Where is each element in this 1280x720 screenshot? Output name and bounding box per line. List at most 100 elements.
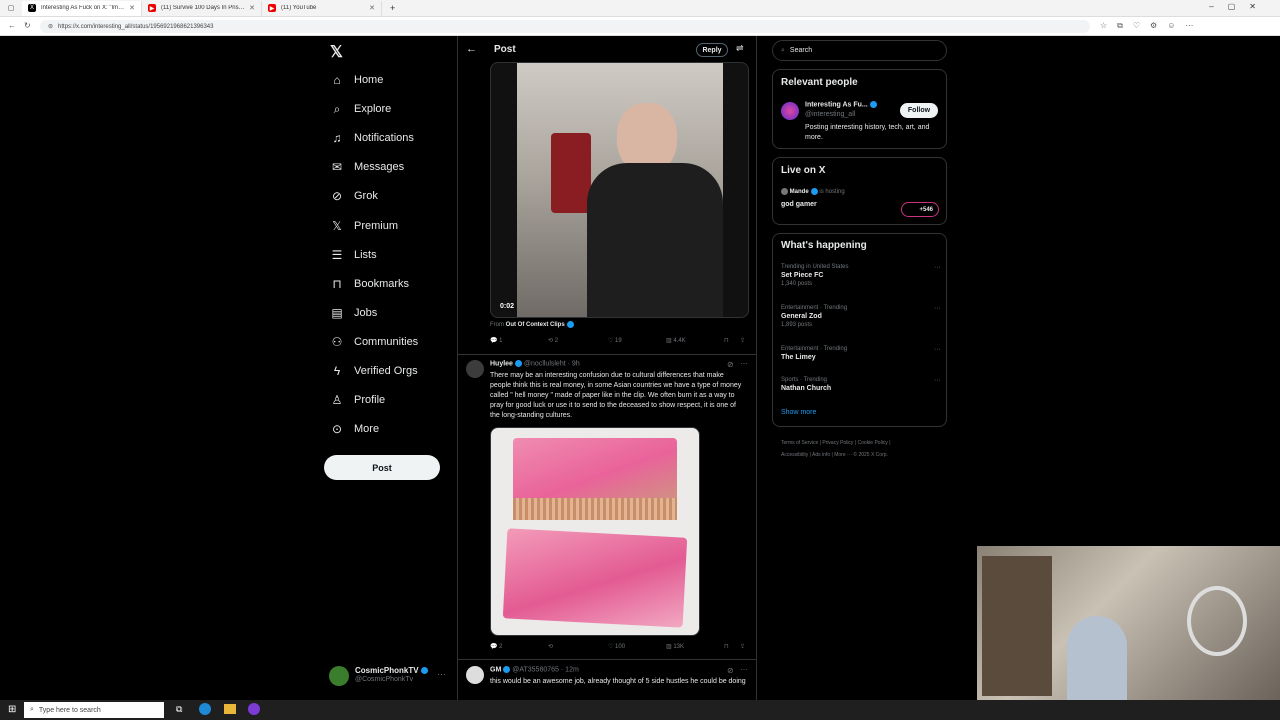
app-icon[interactable] [248, 703, 260, 715]
search-input[interactable]: ⌕ Search [772, 40, 947, 61]
account-switcher[interactable]: CosmicPhonkTV @CosmicPhonkTv ··· [329, 665, 449, 687]
site-info-icon[interactable]: ⊜ [48, 23, 53, 30]
close-tab-icon[interactable]: ✕ [249, 4, 255, 12]
more-dots-icon[interactable]: ··· [934, 305, 941, 312]
avatar[interactable] [466, 666, 484, 684]
task-view-icon[interactable]: ⧉ [176, 704, 182, 715]
file-explorer-icon[interactable] [224, 704, 236, 714]
browser-tab[interactable]: ▶ (11) YouTube ✕ [262, 0, 382, 16]
tab-title: (11) Survive 100 Days In Prison W [161, 5, 246, 11]
live-title[interactable]: god gamer [781, 201, 817, 208]
people-icon: ⚇ [331, 334, 343, 349]
windows-start-icon[interactable]: ⊞ [8, 704, 16, 715]
more-dots-icon[interactable]: ··· [934, 264, 941, 271]
x-logo-icon[interactable]: 𝕏 [330, 42, 343, 62]
sidebar-item-lists[interactable]: ☰ Lists [330, 243, 377, 267]
sidebar-item-messages[interactable]: ✉ Messages [330, 155, 404, 179]
views-action[interactable]: ▥ 13K [666, 643, 684, 650]
close-tab-icon[interactable]: ✕ [129, 4, 135, 12]
trend-name: The Limey [781, 354, 816, 361]
sidebar-item-bookmarks[interactable]: ⊓ Bookmarks [330, 272, 409, 296]
more-dots-icon[interactable]: ··· [740, 359, 748, 368]
live-host[interactable]: Mande is hosting [781, 188, 845, 195]
trend-posts: 1,893 posts [781, 322, 813, 328]
share-action[interactable]: ⇪ [740, 337, 745, 344]
card-title: What's happening [781, 240, 867, 251]
gaming-chair [551, 133, 591, 213]
more-dots-icon[interactable]: ··· [740, 665, 748, 674]
divider [457, 36, 458, 700]
reply-image[interactable] [490, 427, 700, 636]
sidebar-item-communities[interactable]: ⚇ Communities [330, 330, 419, 354]
browser-extension-icons[interactable]: ☆⧉♡⚙☺⋯ [1100, 21, 1203, 31]
share-action[interactable]: ⇪ [740, 643, 745, 650]
trend-item[interactable]: Trending in United States Set Piece FC 1,3… [781, 264, 941, 298]
page-title: Post [494, 44, 516, 55]
address-bar[interactable]: ⊜ https://x.com/interesting_all/status/1… [40, 20, 1090, 33]
sliders-icon[interactable]: ⇌ [736, 43, 744, 54]
like-action[interactable]: ♡ 19 [608, 337, 622, 344]
more-dots-icon[interactable]: ··· [934, 346, 941, 353]
sidebar-item-verified-orgs[interactable]: ϟ Verified Orgs [330, 359, 418, 383]
window-controls[interactable]: –▢✕ [1209, 2, 1270, 11]
bookmark-action[interactable]: ⊓ [724, 337, 729, 344]
live-card: Live on X Mande is hosting god gamer +54… [772, 157, 947, 225]
reply-action[interactable]: 💬 2 [490, 643, 502, 650]
video-player[interactable]: 0:02 [490, 62, 749, 318]
taskbar-search-input[interactable]: ⌕ Type here to search [24, 702, 164, 718]
trend-name: Nathan Church [781, 385, 832, 392]
trend-item[interactable]: Sports · Trending Nathan Church ··· [781, 377, 941, 411]
sidebar-item-premium[interactable]: 𝕏 Premium [330, 214, 398, 238]
listener-count[interactable]: +546 [901, 202, 939, 217]
sidebar-item-jobs[interactable]: ▤ Jobs [330, 301, 377, 325]
post-actions: 💬 1 ⟲ 2 ♡ 19 ▥ 4.4K ⊓ ⇪ [490, 337, 748, 349]
show-more-link[interactable]: Show more [781, 409, 816, 416]
sidebar-item-grok[interactable]: ⊘ Grok [330, 184, 378, 208]
close-tab-icon[interactable]: ✕ [369, 4, 375, 12]
reply-button[interactable]: Reply [696, 43, 728, 57]
repost-action[interactable]: ⟲ [548, 643, 553, 650]
youtube-favicon-icon: ▶ [268, 4, 276, 12]
browser-tab[interactable]: X Interesting As Fuck on X: "Imagin ✕ [22, 0, 142, 16]
lightning-icon: ϟ [333, 364, 341, 378]
follow-button[interactable]: Follow [900, 103, 938, 118]
edge-icon[interactable] [199, 703, 211, 715]
like-action[interactable]: ♡ 100 [608, 643, 625, 650]
views-action[interactable]: ▥ 4.4K [666, 337, 686, 344]
post-button[interactable]: Post [324, 455, 440, 480]
tab-title: Interesting As Fuck on X: "Imagin [41, 5, 126, 11]
trend-item[interactable]: Entertainment · Trending General Zod 1,893… [781, 305, 941, 339]
tab-actions-icon[interactable]: ▢ [0, 1, 22, 16]
person-name[interactable]: Interesting As Fu... [805, 101, 877, 108]
sidebar-item-home[interactable]: ⌂ Home [330, 68, 383, 92]
repost-action[interactable]: ⟲ 2 [548, 337, 558, 344]
mail-icon: ✉ [331, 160, 343, 175]
new-tab-icon[interactable]: + [382, 3, 403, 13]
trend-context: Entertainment · Trending [781, 305, 848, 311]
divider [458, 354, 756, 355]
avatar[interactable] [781, 102, 799, 120]
grok-icon[interactable]: ⊘ [727, 666, 734, 675]
sidebar-item-profile[interactable]: ♙ Profile [330, 388, 386, 412]
back-arrow-icon[interactable]: ← [466, 43, 477, 55]
sidebar-item-label: More [354, 423, 380, 436]
sidebar-item-explore[interactable]: ⌕ Explore [330, 97, 392, 121]
home-icon: ⌂ [333, 73, 341, 87]
more-dots-icon[interactable]: ··· [934, 377, 941, 384]
refresh-icon[interactable]: ↻ [24, 21, 31, 30]
verified-badge-icon [810, 188, 818, 195]
back-icon[interactable]: ← [8, 21, 16, 30]
sidebar-item-label: Premium [354, 219, 399, 232]
stack-edges [513, 498, 677, 520]
reply-action[interactable]: 💬 1 [490, 337, 502, 344]
search-icon: ⌕ [781, 46, 785, 54]
browser-tab[interactable]: ▶ (11) Survive 100 Days In Prison W ✕ [142, 0, 262, 16]
sidebar-item-notifications[interactable]: ♫ Notifications [330, 126, 414, 150]
avatar[interactable] [466, 360, 484, 378]
trend-item[interactable]: Entertainment · Trending The Limey ··· [781, 346, 941, 380]
more-dots-icon[interactable]: ··· [437, 669, 446, 679]
bookmark-action[interactable]: ⊓ [724, 643, 729, 650]
grok-icon[interactable]: ⊘ [727, 360, 734, 369]
source-link[interactable]: Out Of Context Clips [506, 322, 565, 328]
sidebar-item-more[interactable]: ⊙ More [330, 417, 379, 441]
